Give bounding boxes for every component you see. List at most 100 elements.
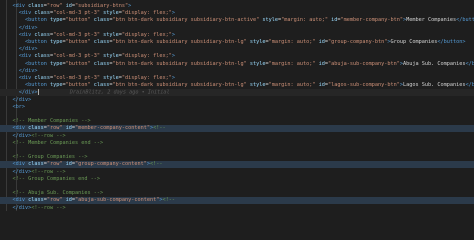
code-token: id: [62, 161, 72, 168]
code-token: <!--: [149, 161, 163, 168]
code-token: "button": [65, 82, 91, 89]
code-line[interactable]: <div class="row" id="abuja-sub-company-c…: [0, 197, 474, 205]
code-token: </div>: [12, 96, 32, 103]
code-token: -->: [53, 132, 66, 139]
code-token: "member-company-btn": [340, 17, 403, 24]
code-token: -->: [53, 204, 66, 211]
code-line[interactable]: [0, 183, 474, 190]
code-line[interactable]: </div><!--row -->: [0, 205, 474, 211]
code-token: "display: flex;": [121, 31, 172, 38]
code-token: "margin: auto;": [268, 82, 316, 89]
code-token: </div>: [18, 46, 38, 53]
code-line[interactable]: </div> DrainBlitz, 2 days ago • Initial: [0, 89, 474, 97]
code-line[interactable]: <button type="button" class="btn btn-dar…: [0, 82, 474, 89]
code-token: Member Companies: [406, 17, 457, 24]
code-line[interactable]: </div>: [0, 97, 474, 104]
code-token: >: [171, 75, 175, 81]
code-line[interactable]: <div class="col-md-3 pt-3" style="displa…: [0, 10, 474, 17]
code-token: "lagos-sub-company-btn": [328, 82, 400, 89]
code-token: id: [62, 3, 72, 9]
code-token: </div>: [18, 24, 38, 31]
code-token: class: [90, 17, 110, 24]
code-editor[interactable]: <div class="row" id="subsidiary-btns"> <…: [0, 0, 474, 211]
code-token: <!--: [31, 168, 44, 175]
code-line[interactable]: <button type="button" class="btn btn-dar…: [0, 17, 474, 24]
code-line[interactable]: <button type="button" class="btn btn-dar…: [0, 61, 474, 68]
code-line[interactable]: <div class="col-md-3 pt-3" style="displa…: [0, 75, 474, 82]
code-line[interactable]: <!-- Group Companies -->: [0, 154, 474, 161]
code-token: "margin: auto;": [281, 17, 329, 24]
code-token: "col-md-3 pt-3": [53, 10, 100, 17]
code-line[interactable]: </div>: [0, 25, 474, 32]
code-token: -->: [53, 168, 66, 175]
code-token: class: [31, 10, 50, 17]
code-token: class: [31, 75, 50, 81]
code-line[interactable]: <button type="button" class="btn btn-dar…: [0, 39, 474, 46]
code-token: style: [246, 82, 266, 89]
code-token: "display: flex;": [121, 53, 172, 60]
code-line[interactable]: <div class="row" id="group-company-conte…: [0, 161, 474, 169]
code-token: <!-- Member Companies -->: [12, 118, 91, 125]
code-line[interactable]: <br>: [0, 104, 474, 111]
code-token: <!--: [31, 132, 44, 139]
code-token: Group Companies: [390, 39, 438, 45]
code-token: <!-- Member Companies end -->: [12, 139, 104, 146]
code-token: "btn btn-dark subsidiary subsidiary-btn-…: [112, 39, 247, 45]
code-token: </button>: [456, 17, 474, 24]
code-token: "row": [46, 197, 63, 204]
code-token: "col-md-3 pt-3": [53, 31, 100, 38]
code-token: <div: [12, 161, 26, 168]
code-line[interactable]: <!-- Abuja Sub. Companies -->: [0, 190, 474, 197]
code-token: <br>: [12, 103, 26, 110]
code-token: style: [246, 60, 266, 67]
code-token: Lagos Sub. Companies: [403, 82, 466, 89]
code-token: "button": [65, 60, 91, 67]
code-line[interactable]: <div class="row" id="member-company-cont…: [0, 125, 474, 133]
code-line[interactable]: <div class="col-md-3 pt-3" style="displa…: [0, 53, 474, 60]
code-token: style: [99, 75, 119, 81]
code-token: class: [25, 161, 44, 168]
code-token: "row": [46, 3, 63, 9]
code-token: "col-md-3 pt-3": [53, 53, 100, 60]
code-token: <button: [25, 60, 47, 67]
code-token: class: [25, 3, 44, 9]
code-line[interactable]: <div class="col-md-3 pt-3" style="displa…: [0, 32, 474, 39]
code-line[interactable]: [0, 111, 474, 118]
code-token: style: [259, 17, 279, 24]
code-token: "row": [46, 161, 63, 168]
code-token: div: [15, 3, 25, 9]
code-line[interactable]: </div><!--row -->: [0, 133, 474, 140]
code-line[interactable]: <div class="row" id="subsidiary-btns">: [0, 3, 474, 10]
code-line[interactable]: <!-- Group Companies end -->: [0, 176, 474, 183]
code-token: "btn btn-dark subsidiary subsidiary-btn-…: [112, 60, 247, 67]
code-token: "subsidiary-btns": [75, 3, 129, 9]
code-line[interactable]: <!-- Member Companies end -->: [0, 140, 474, 147]
code-token: "display: flex;": [121, 75, 172, 81]
code-token: <!-- Abuja Sub. Companies -->: [12, 190, 104, 197]
code-token: "display: flex;": [121, 10, 172, 17]
code-line[interactable]: </div>: [0, 46, 474, 53]
code-line[interactable]: [0, 147, 474, 154]
code-token: "btn btn-dark subsidiary subsidiary-btn-…: [112, 82, 247, 89]
code-token: <div: [18, 31, 32, 38]
code-token: </div>: [12, 204, 32, 211]
code-line[interactable]: <!-- Member Companies -->: [0, 118, 474, 125]
code-line[interactable]: </div>: [0, 68, 474, 75]
code-token: >: [171, 10, 175, 17]
code-line[interactable]: </div><!--row -->: [0, 169, 474, 176]
code-token: >: [128, 3, 132, 9]
